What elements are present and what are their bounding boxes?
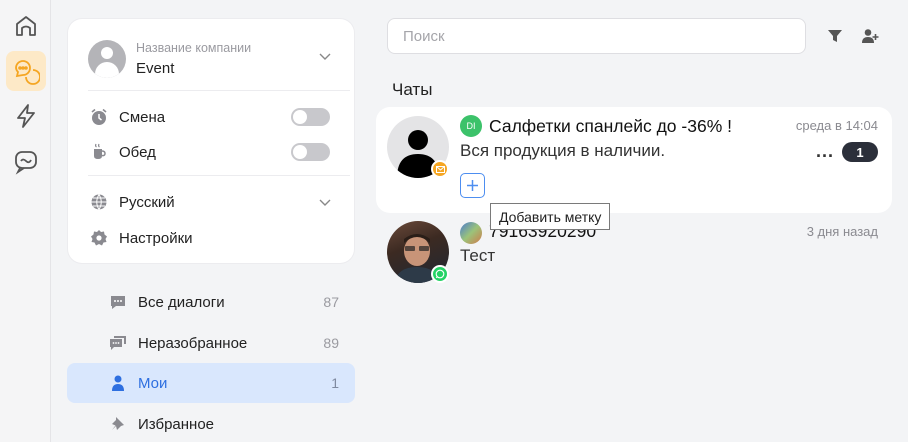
chat-bubble-icon [109,293,127,311]
nav-label: Мои [138,374,168,392]
nav-all-dialogs[interactable]: Все диалоги 87 [67,282,355,322]
filter-icon[interactable] [826,27,844,45]
nav-mine[interactable]: Мои 1 [67,363,355,403]
section-title: Чаты [392,80,433,99]
lunch-label: Обед [119,143,156,161]
chat-time: среда в 14:04 [795,118,878,133]
language-selector[interactable]: Русский [90,189,175,215]
divider [88,90,350,91]
contact-mini-avatar [460,222,482,244]
chevron-down-icon[interactable] [319,50,331,62]
gear-icon [90,229,108,247]
initials-avatar: DI [460,115,482,137]
rail-home-button[interactable] [6,6,46,46]
chat-list-panel: Чаты DI Салфетки спанлейс до -36% ! сред… [370,0,908,442]
nav-label: Все диалоги [138,293,225,311]
profile-card: Название компании Event Смена Обед Русск… [68,19,354,263]
add-tag-tooltip: Добавить метку [490,203,611,230]
rail-messages-button[interactable] [6,141,46,181]
avatar [88,40,126,78]
chat-title: Салфетки спанлейс до -36% ! [489,116,732,136]
add-tag-button[interactable] [460,173,485,198]
chat-list-item[interactable]: 79163920290 3 дня назад Тест [376,218,892,292]
nav-label: Избранное [138,415,215,433]
shift-row: Смена [90,104,165,130]
lunch-row: Обед [90,139,156,165]
rail-automation-button[interactable] [6,96,46,136]
chat-list-item[interactable]: DI Салфетки спанлейс до -36% ! среда в 1… [376,107,892,213]
chat-last-message: Вся продукция в наличии. [460,141,666,160]
pin-icon [109,415,127,433]
nav-favorites[interactable]: Избранное [67,404,355,442]
add-user-icon[interactable] [861,27,879,45]
chat-time: 3 дня назад [806,224,878,239]
lightning-icon [17,104,35,128]
coffee-icon [90,143,108,161]
company-name: Event [136,60,175,77]
sidebar: Название компании Event Смена Обед Русск… [52,0,370,442]
language-label: Русский [119,193,175,211]
chat-bubbles-icon [109,334,127,352]
more-options-icon[interactable]: ... [816,141,834,162]
message-icon [15,151,37,175]
whatsapp-icon [431,265,449,283]
nav-count: 87 [323,294,339,310]
shift-toggle[interactable] [291,108,330,126]
plus-icon [467,180,478,191]
chevron-down-icon[interactable] [319,196,331,208]
search-input[interactable] [387,18,806,54]
company-selector[interactable]: Название компании Event [88,37,338,81]
email-source-icon [431,160,449,178]
settings-row[interactable]: Настройки [90,225,193,251]
alarm-clock-icon [90,108,108,126]
lunch-toggle[interactable] [291,143,330,161]
app-rail [0,0,51,442]
nav-unsorted[interactable]: Неразобранное 89 [67,323,355,363]
home-icon [16,16,36,36]
unread-badge: 1 [842,142,878,162]
shift-label: Смена [119,108,166,126]
nav-count: 89 [323,335,339,351]
divider [88,175,350,176]
company-label: Название компании [136,41,252,55]
settings-label: Настройки [119,229,193,247]
user-icon [109,374,127,392]
nav-label: Неразобранное [138,334,248,352]
rail-chats-button[interactable] [6,51,46,91]
nav-count: 1 [331,375,339,391]
globe-icon [90,193,108,211]
chat-last-message: Тест [460,246,496,265]
chats-icon [15,60,40,85]
